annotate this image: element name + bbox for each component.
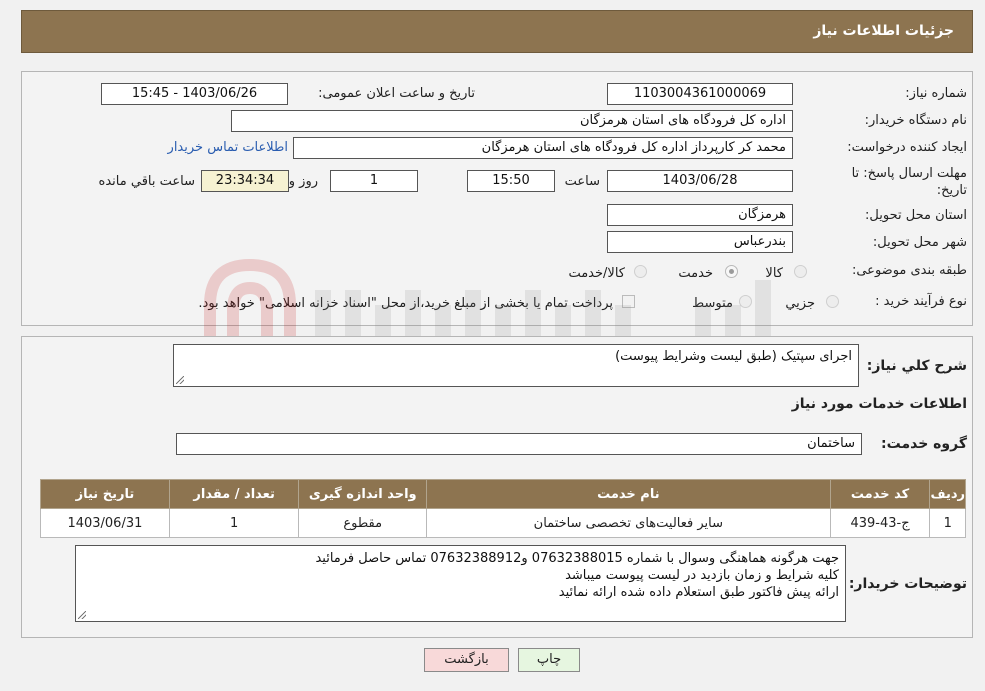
process-option-medium: متوسط [692,296,733,311]
city-field: بندرعباس [607,231,793,253]
col-header-service-code: کد خدمت [829,479,931,509]
cell-need-date: 1403/06/31 [40,508,170,538]
city-label: شهر محل تحویل: [872,235,967,250]
creator-field: محمد کر کارپرداز اداره کل فرودگاه های اس… [293,137,793,159]
remaining-time-field: 23:34:34 [201,170,289,192]
buyer-notes-textarea[interactable]: جهت هرگونه هماهنگی وسوال با شماره 076323… [75,545,846,622]
buyer-notes-label: توضیحات خریدار: [848,576,967,592]
process-option-minor: جزیي [785,296,815,311]
treasury-payment-checkbox[interactable] [622,295,635,308]
buyer-notes-line: کلیه شرایط و زمان بازدید در لیست پیوست م… [565,568,839,583]
remaining-time-label: ساعت باقي مانده [98,174,195,189]
announce-datetime-field: 1403/06/26 - 15:45 [101,83,288,105]
category-option-goods: کالا [765,266,783,281]
summary-text: اجرای سپتیک (طبق لیست وشرایط پیوست) [615,349,852,364]
resize-grip-icon[interactable] [78,611,86,619]
summary-label: شرح کلي نياز: [866,358,967,374]
col-header-service-name: نام خدمت [426,479,831,509]
service-group-field: ساختمان [176,433,862,455]
cell-service-code: ج-43-439 [829,508,931,538]
need-number-label: شماره نیاز: [905,86,967,101]
deadline-time-field: 15:50 [467,170,555,192]
creator-label: ایجاد کننده درخواست: [847,140,967,155]
cell-row-number: 1 [929,508,966,538]
services-section-title: اطلاعات خدمات مورد نیاز [791,396,967,412]
buyer-org-field: اداره کل فرودگاه های استان هرمزگان [231,110,793,132]
col-header-unit: واحد اندازه گیری [298,479,428,509]
buyer-org-label: نام دستگاه خریدار: [864,113,967,128]
category-radio-goods-service[interactable] [634,265,647,278]
page-header: جزئیات اطلاعات نیاز [21,10,973,53]
back-button[interactable]: بازگشت [424,648,509,672]
category-radio-goods[interactable] [794,265,807,278]
deadline-date-field: 1403/06/28 [607,170,793,192]
category-option-service: خدمت [678,266,713,281]
table-row: 1 ج-43-439 سایر فعالیت‌های تخصصی ساختمان… [40,508,966,538]
province-field: هرمزگان [607,204,793,226]
cell-service-name: سایر فعالیت‌های تخصصی ساختمان [426,508,831,538]
deadline-time-label: ساعت [564,174,600,189]
announce-datetime-label: تاریخ و ساعت اعلان عمومی: [318,86,475,101]
col-header-need-date: تاریخ نیاز [40,479,170,509]
category-option-goods-service: کالا/خدمت [568,266,625,281]
deadline-label: مهلت ارسال پاسخ: تا [851,166,967,181]
page-title: جزئیات اطلاعات نیاز [813,23,954,39]
buyer-contact-link[interactable]: اطلاعات تماس خریدار [168,140,288,155]
service-group-label: گروه خدمت: [881,436,967,452]
cell-quantity: 1 [168,508,300,538]
need-number-field: 1103004361000069 [607,83,793,105]
buyer-notes-line: ارائه پیش فاکتور طبق استعلام داده شده ار… [558,585,839,600]
process-radio-minor[interactable] [826,295,839,308]
process-radio-medium[interactable] [739,295,752,308]
col-header-row-number: ردیف [929,479,966,509]
category-label: طبقه بندی موضوعی: [851,263,967,278]
resize-grip-icon[interactable] [176,376,184,384]
table-header-row: ردیف کد خدمت نام خدمت واحد اندازه گیری ت… [40,479,966,509]
buyer-notes-line: جهت هرگونه هماهنگی وسوال با شماره 076323… [315,551,839,566]
days-field: 1 [330,170,418,192]
process-type-label: نوع فرآیند خرید : [875,294,967,309]
cell-unit: مقطوع [298,508,428,538]
category-radio-service[interactable] [725,265,738,278]
services-table: ردیف کد خدمت نام خدمت واحد اندازه گیری ت… [40,479,966,538]
col-header-quantity: تعداد / مقدار [168,479,300,509]
province-label: استان محل تحویل: [865,208,967,223]
deadline-label-date: تاریخ: [936,183,967,198]
treasury-payment-note: پرداخت تمام یا بخشی از مبلغ خرید،از محل … [198,296,613,311]
days-label: روز و [288,174,318,189]
print-button[interactable]: چاپ [518,648,580,672]
summary-textarea[interactable]: اجرای سپتیک (طبق لیست وشرایط پیوست) [173,344,859,387]
